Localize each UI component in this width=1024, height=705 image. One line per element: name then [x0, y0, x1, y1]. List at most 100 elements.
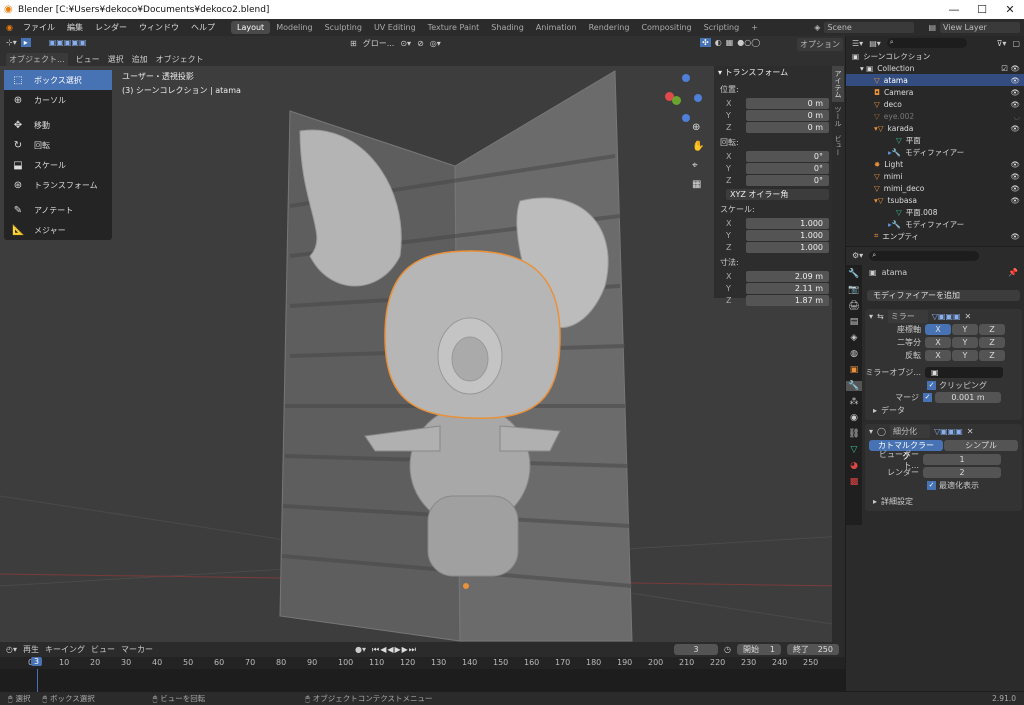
tab-animation[interactable]: Animation: [530, 21, 583, 34]
menu-add[interactable]: 追加: [132, 54, 148, 65]
current-frame-marker[interactable]: 3: [31, 657, 43, 666]
options-dropdown[interactable]: オプション: [797, 38, 843, 51]
bisect-x-toggle[interactable]: X: [925, 337, 951, 348]
render-levels-field[interactable]: 2: [923, 467, 1001, 478]
navigation-gizmo[interactable]: [662, 74, 712, 124]
outliner-item-light[interactable]: ✸ Light 👁: [846, 158, 1024, 170]
menu-marker[interactable]: マーカー: [121, 644, 153, 655]
tab-shading[interactable]: Shading: [485, 21, 530, 34]
shading-solid-icon[interactable]: ●○◯: [737, 38, 760, 47]
scene-tab-icon[interactable]: ◈: [851, 333, 858, 343]
menu-edit[interactable]: 編集: [61, 22, 89, 33]
data-subpanel[interactable]: ▸ データ: [865, 404, 1022, 416]
transform-orientation-select[interactable]: グロー...: [363, 38, 395, 49]
outliner-item-collection[interactable]: ▾ ▣ Collection ☑ 👁: [846, 62, 1024, 74]
bisect-z-toggle[interactable]: Z: [979, 337, 1005, 348]
menu-keying[interactable]: キーイング: [45, 644, 85, 655]
physics-tab-icon[interactable]: ◉: [850, 413, 858, 423]
merge-distance-field[interactable]: 0.001 m: [935, 392, 1001, 403]
outliner-item-karada[interactable]: ▾▽ karada 👁: [846, 122, 1024, 134]
axis-y-toggle[interactable]: Y: [952, 324, 978, 335]
menu-render[interactable]: レンダー: [89, 22, 133, 33]
camera-view-icon[interactable]: ⌖: [692, 160, 704, 171]
display-mode-icon[interactable]: ▤▾: [869, 39, 881, 48]
flip-y-toggle[interactable]: Y: [952, 350, 978, 361]
texture-tab-icon[interactable]: ▩: [850, 477, 859, 487]
menu-file[interactable]: ファイル: [17, 22, 61, 33]
checkbox-icon[interactable]: ☑: [1001, 64, 1008, 73]
filter-icon[interactable]: ⊽▾: [997, 39, 1007, 48]
properties-search-field[interactable]: ⌕: [869, 250, 980, 261]
pivot-icon[interactable]: ⊙▾: [400, 39, 411, 48]
dimension-y-field[interactable]: 2.11 m: [746, 282, 829, 294]
menu-window[interactable]: ウィンドウ: [133, 22, 185, 33]
advanced-subpanel[interactable]: ▸ 詳細設定: [865, 495, 1022, 507]
data-tab-icon[interactable]: ▽: [851, 445, 858, 455]
eye-icon[interactable]: 👁: [1010, 172, 1020, 181]
location-z-field[interactable]: 0 m: [746, 121, 829, 133]
eye-icon[interactable]: 👁: [1010, 196, 1020, 205]
transform-panel-title[interactable]: ▾ トランスフォーム: [714, 66, 832, 80]
outliner-item-plane[interactable]: ▽ 平面: [846, 134, 1024, 146]
menu-object[interactable]: オブジェクト: [156, 54, 204, 65]
flip-x-toggle[interactable]: X: [925, 350, 951, 361]
axis-z-toggle[interactable]: Z: [979, 324, 1005, 335]
tool-rotate[interactable]: ↻ 回転: [4, 135, 112, 155]
minimize-button[interactable]: —: [940, 3, 968, 16]
eye-icon[interactable]: 👁: [1010, 232, 1020, 241]
tab-view[interactable]: ビュー: [832, 131, 844, 160]
timeline-editor-icon[interactable]: ◴▾: [6, 645, 17, 654]
tab-scripting[interactable]: Scripting: [698, 21, 746, 34]
menu-help[interactable]: ヘルプ: [185, 22, 221, 33]
merge-checkbox[interactable]: ✓: [923, 393, 932, 402]
tab-modeling[interactable]: Modeling: [270, 21, 318, 34]
rotation-mode-select[interactable]: XYZ オイラー角: [726, 188, 829, 200]
tool-move[interactable]: ✥ 移動: [4, 115, 112, 135]
subdivision-name-field[interactable]: 細分化: [889, 424, 930, 438]
dimension-x-field[interactable]: 2.09 m: [746, 270, 829, 282]
flip-z-toggle[interactable]: Z: [979, 350, 1005, 361]
menu-timeline-view[interactable]: ビュー: [91, 644, 115, 655]
frame-ruler[interactable]: 0102030405060708090100110120130140150160…: [0, 657, 845, 669]
outliner-editor-icon[interactable]: ☰▾: [852, 39, 863, 48]
clipping-checkbox[interactable]: ✓: [927, 380, 936, 390]
outliner-item-modifier-2[interactable]: ▸🔧 モディファイアー: [846, 218, 1024, 230]
blender-menu-icon[interactable]: ◉: [0, 23, 17, 32]
view-layer-tab-icon[interactable]: ▤: [850, 317, 859, 327]
material-tab-icon[interactable]: ◕: [850, 461, 858, 471]
menu-view[interactable]: ビュー: [76, 54, 100, 65]
outliner-search-field[interactable]: ⌕: [886, 38, 967, 48]
outliner-item-eye002[interactable]: ▽ eye.002 ◡: [846, 110, 1024, 122]
gizmo-toggle-icon[interactable]: ✣: [700, 38, 711, 47]
outliner-item-mimi-deco[interactable]: ▽ mimi_deco 👁: [846, 182, 1024, 194]
render-tab-icon[interactable]: 📷: [848, 285, 859, 295]
outliner-item-mimi[interactable]: ▽ mimi 👁: [846, 170, 1024, 182]
eye-icon[interactable]: 👁: [1010, 76, 1020, 85]
eye-icon[interactable]: 👁: [1010, 64, 1020, 73]
proportional-edit-icon[interactable]: ◎▾: [430, 39, 441, 48]
record-button[interactable]: ●▾: [355, 645, 366, 654]
bisect-y-toggle[interactable]: Y: [952, 337, 978, 348]
modifier-tab-icon[interactable]: 🔧: [846, 381, 862, 391]
particles-tab-icon[interactable]: ⁂: [850, 397, 859, 407]
outliner-item-empty[interactable]: ⌗ エンプティ 👁: [846, 230, 1024, 242]
eye-hidden-icon[interactable]: ◡: [1013, 112, 1020, 121]
end-frame-field[interactable]: 終了 250: [787, 644, 839, 655]
close-button[interactable]: ✕: [996, 3, 1024, 16]
properties-editor-icon[interactable]: ⚙▾: [852, 251, 863, 260]
playback-controls[interactable]: ⏮◀◀▶▶⏭: [372, 645, 417, 655]
mirror-object-field[interactable]: ▣: [925, 366, 1003, 378]
location-y-field[interactable]: 0 m: [746, 109, 829, 121]
tab-item[interactable]: アイテム: [832, 66, 844, 102]
object-tab-icon[interactable]: ▣: [850, 365, 859, 375]
menu-select[interactable]: 選択: [108, 54, 124, 65]
tab-rendering[interactable]: Rendering: [583, 21, 636, 34]
subdivision-delete-icon[interactable]: ✕: [967, 427, 974, 436]
outliner-item-atama[interactable]: ▽ atama 👁: [846, 74, 1024, 86]
scale-x-field[interactable]: 1.000: [746, 217, 829, 229]
editor-type-icon[interactable]: ⊹▾: [6, 38, 17, 47]
tab-tool[interactable]: ツール: [832, 102, 844, 131]
outliner-item-modifier[interactable]: ▸🔧 モディファイアー: [846, 146, 1024, 158]
tool-tab-icon[interactable]: 🔧: [848, 269, 859, 279]
simple-tab[interactable]: シンプル: [944, 440, 1018, 451]
